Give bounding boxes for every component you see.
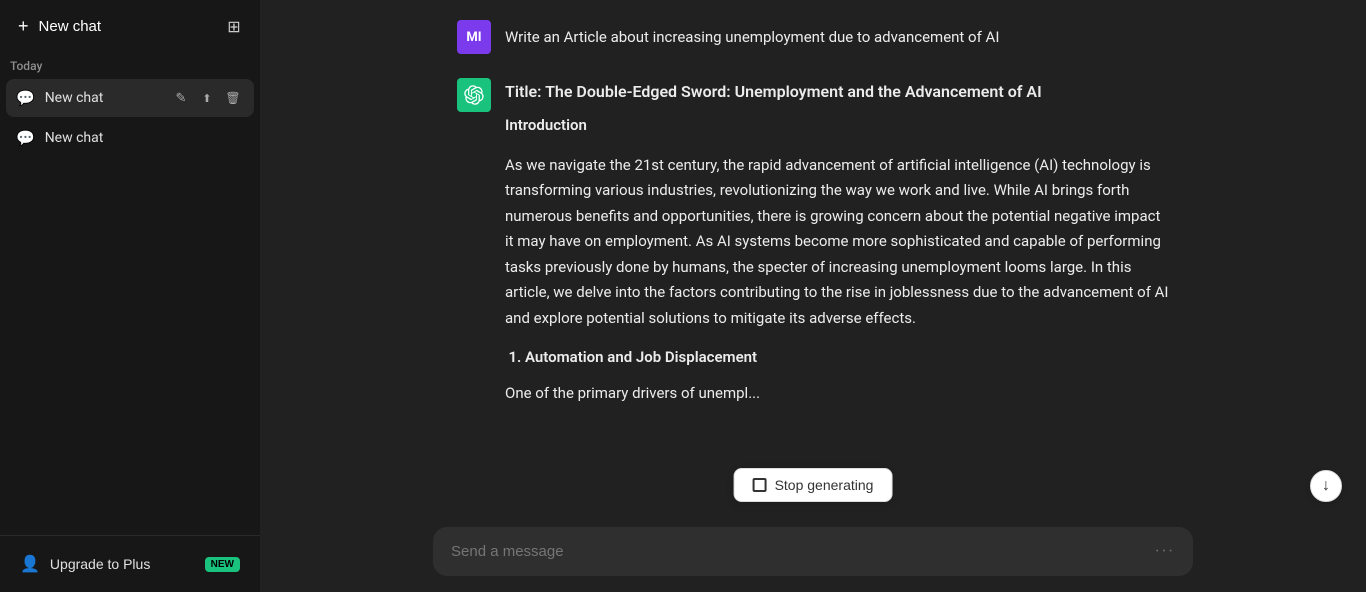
- edit-icon-1: ✎: [176, 90, 187, 106]
- user-avatar-text: MI: [466, 30, 481, 45]
- stop-generating-container: Stop generating: [734, 468, 893, 502]
- input-container: ···: [433, 527, 1193, 576]
- layout-icon-button[interactable]: ⊞: [216, 9, 252, 45]
- ai-section1-partial: One of the primary drivers of unempl...: [505, 381, 1169, 407]
- chat-item-2[interactable]: 💬 New chat: [6, 121, 254, 155]
- ai-content: Title: The Double-Edged Sword: Unemploym…: [505, 78, 1169, 420]
- ai-section-1: Automation and Job Displacement: [525, 345, 1169, 371]
- chat-icon-2: 💬: [16, 129, 35, 147]
- ai-avatar: [457, 78, 491, 112]
- layout-icon: ⊞: [227, 17, 240, 37]
- share-button-1[interactable]: ⬆: [196, 87, 218, 109]
- section1-title: Automation and Job Displacement: [525, 348, 757, 366]
- edit-button-1[interactable]: ✎: [170, 87, 192, 109]
- stop-icon: [753, 478, 767, 492]
- ai-title: Title: The Double-Edged Sword: Unemploym…: [505, 78, 1169, 105]
- new-chat-button[interactable]: + New chat: [8, 8, 212, 45]
- user-message-group: MI Write an Article about increasing une…: [433, 20, 1193, 54]
- message-input[interactable]: [451, 543, 1145, 560]
- scroll-to-bottom-button[interactable]: ↓: [1310, 470, 1342, 502]
- ai-sections-list: Automation and Job Displacement: [505, 345, 1169, 371]
- plus-icon: +: [18, 16, 29, 37]
- ai-message: Title: The Double-Edged Sword: Unemploym…: [457, 78, 1169, 420]
- main-area: MI Write an Article about increasing une…: [260, 0, 1366, 592]
- upgrade-button[interactable]: 👤 Upgrade to Plus NEW: [8, 544, 252, 584]
- today-label: Today: [0, 53, 260, 77]
- chat-item-actions-1: ✎ ⬆ 🗑: [170, 87, 244, 109]
- chat-item-label-2: New chat: [45, 130, 244, 146]
- new-badge: NEW: [205, 557, 240, 572]
- upgrade-label: Upgrade to Plus: [50, 556, 150, 572]
- chat-item-1[interactable]: 💬 New chat ✎ ⬆ 🗑: [6, 79, 254, 117]
- stop-generating-button[interactable]: Stop generating: [734, 468, 893, 502]
- trash-icon-1: 🗑: [225, 91, 240, 105]
- user-avatar: MI: [457, 20, 491, 54]
- user-message-text: Write an Article about increasing unempl…: [505, 20, 999, 49]
- sidebar: + New chat ⊞ Today 💬 New chat ✎ ⬆ 🗑 💬 Ne…: [0, 0, 260, 592]
- chat-icon-1: 💬: [16, 89, 35, 107]
- input-area: ···: [260, 515, 1366, 592]
- stop-label: Stop generating: [775, 477, 874, 493]
- delete-button-1[interactable]: 🗑: [222, 87, 244, 109]
- user-icon: 👤: [20, 554, 40, 574]
- new-chat-label: New chat: [39, 18, 102, 35]
- sidebar-top: + New chat ⊞: [0, 0, 260, 53]
- chat-area: MI Write an Article about increasing une…: [260, 0, 1366, 515]
- ai-intro-heading: Introduction: [505, 113, 1169, 139]
- input-dots: ···: [1155, 541, 1175, 562]
- share-icon-1: ⬆: [202, 92, 211, 105]
- down-arrow-icon: ↓: [1322, 477, 1330, 495]
- chat-item-label-1: New chat: [45, 90, 160, 106]
- sidebar-bottom: 👤 Upgrade to Plus NEW: [0, 535, 260, 592]
- ai-intro-text: As we navigate the 21st century, the rap…: [505, 153, 1169, 332]
- ai-message-group: Title: The Double-Edged Sword: Unemploym…: [433, 78, 1193, 420]
- user-message: MI Write an Article about increasing une…: [457, 20, 1169, 54]
